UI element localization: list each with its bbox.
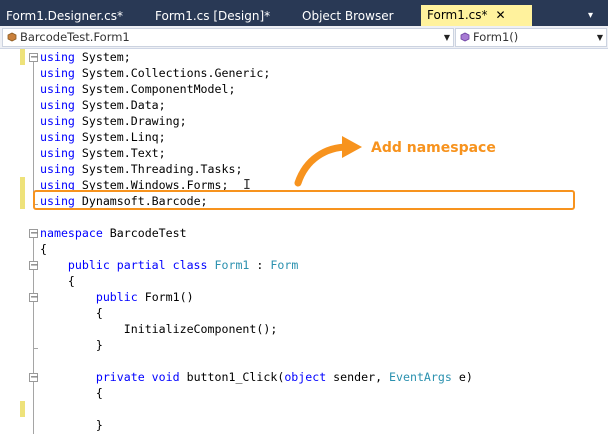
outline-guide bbox=[33, 62, 34, 204]
code-line[interactable]: public partial class Form1 : Form bbox=[40, 257, 473, 273]
class-combo-value: BarcodeTest.Form1 bbox=[20, 30, 130, 44]
code-token: e) bbox=[451, 370, 473, 384]
code-token: System.Data; bbox=[74, 98, 166, 112]
collapse-icon[interactable]: − bbox=[29, 53, 38, 63]
collapse-icon[interactable]: − bbox=[29, 261, 38, 271]
tab-label: Object Browser bbox=[302, 9, 394, 23]
code-token: { bbox=[40, 306, 103, 320]
code-token: button1_Click( bbox=[179, 370, 285, 384]
code-token: } bbox=[40, 338, 103, 352]
keyword-token: using bbox=[40, 98, 75, 112]
code-token: Form1() bbox=[137, 290, 194, 304]
code-line[interactable]: using System.Threading.Tasks; bbox=[40, 161, 473, 177]
chevron-down-icon[interactable]: ▼ bbox=[597, 29, 603, 46]
tab-form1-cs[interactable]: Form1.cs* ✕ bbox=[421, 5, 532, 26]
code-token: System; bbox=[74, 50, 131, 64]
member-combo-value: Form1() bbox=[473, 30, 519, 44]
member-combo[interactable]: Form1() ▼ bbox=[455, 28, 607, 47]
code-token: { bbox=[40, 386, 103, 400]
keyword-token: using bbox=[40, 146, 75, 160]
code-line[interactable]: using System.Data; bbox=[40, 97, 473, 113]
keyword-token: namespace bbox=[40, 226, 103, 240]
code-editor[interactable]: − − − − − using System; using System.Coll… bbox=[0, 49, 608, 434]
navigation-bar: BarcodeTest.Form1 ▼ Form1() ▼ bbox=[0, 26, 608, 49]
annotation-label: Add namespace bbox=[371, 140, 496, 156]
code-token: System.ComponentModel; bbox=[74, 82, 236, 96]
type-token: Form bbox=[270, 258, 299, 272]
code-token: { bbox=[40, 274, 75, 288]
highlight-box bbox=[33, 190, 575, 210]
code-token: System.Threading.Tasks; bbox=[74, 162, 243, 176]
arrow-icon bbox=[294, 136, 362, 187]
change-indicator bbox=[20, 401, 25, 417]
code-line[interactable]: using System.Collections.Generic; bbox=[40, 65, 473, 81]
code-line[interactable]: using System; bbox=[40, 49, 473, 65]
collapse-icon[interactable]: − bbox=[29, 229, 38, 239]
keyword-token: private void bbox=[95, 370, 180, 384]
code-token: sender, bbox=[326, 370, 390, 384]
tab-form1-designer[interactable]: Form1.Designer.cs* bbox=[6, 6, 123, 26]
code-line[interactable]: public Form1() bbox=[40, 289, 473, 305]
code-line[interactable]: { bbox=[40, 385, 473, 401]
document-tab-bar: Form1.Designer.cs* Form1.cs [Design]* Ob… bbox=[0, 0, 608, 26]
code-line[interactable]: InitializeComponent(); bbox=[40, 321, 473, 337]
tab-label: Form1.cs* bbox=[427, 8, 488, 22]
keyword-token: using bbox=[40, 114, 75, 128]
code-line[interactable]: namespace BarcodeTest bbox=[40, 225, 473, 241]
code-line[interactable]: private void button1_Click(object sender… bbox=[40, 369, 473, 385]
keyword-token: using bbox=[40, 130, 75, 144]
collapse-icon[interactable]: − bbox=[29, 293, 38, 303]
tab-object-browser[interactable]: Object Browser bbox=[302, 6, 394, 26]
code-line[interactable]: using System.Drawing; bbox=[40, 113, 473, 129]
keyword-token: object bbox=[284, 370, 327, 384]
code-token: System.Text; bbox=[74, 146, 166, 160]
tab-label: Form1.cs [Design]* bbox=[155, 9, 271, 23]
class-combo[interactable]: BarcodeTest.Form1 ▼ bbox=[2, 28, 454, 47]
class-icon bbox=[7, 32, 17, 42]
close-tab-icon[interactable]: ✕ bbox=[496, 5, 506, 26]
code-line[interactable] bbox=[40, 209, 473, 225]
change-indicator bbox=[20, 49, 25, 65]
tab-list-dropdown-icon[interactable]: ▾ bbox=[588, 6, 593, 26]
code-token: } bbox=[40, 418, 103, 432]
code-line[interactable]: } bbox=[40, 417, 473, 433]
code-line[interactable]: using System.ComponentModel; bbox=[40, 81, 473, 97]
code-line[interactable]: { bbox=[40, 241, 473, 257]
tab-form1-design[interactable]: Form1.cs [Design]* bbox=[155, 6, 270, 26]
tab-label: Form1.Designer.cs* bbox=[6, 9, 123, 23]
keyword-token: using bbox=[40, 162, 75, 176]
type-token: EventArgs bbox=[389, 370, 452, 384]
keyword-token: using bbox=[40, 82, 75, 96]
keyword-token: using bbox=[40, 66, 75, 80]
collapse-icon[interactable]: − bbox=[29, 373, 38, 383]
type-token: Form1 bbox=[214, 258, 250, 272]
code-line[interactable] bbox=[40, 353, 473, 369]
code-text[interactable]: using System; using System.Collections.Ge… bbox=[40, 49, 473, 433]
code-line[interactable]: { bbox=[40, 305, 473, 321]
code-line[interactable]: } bbox=[40, 337, 473, 353]
code-token: System.Drawing; bbox=[74, 114, 187, 128]
code-line[interactable]: { bbox=[40, 273, 473, 289]
chevron-down-icon[interactable]: ▼ bbox=[444, 29, 450, 46]
code-token: : bbox=[249, 258, 271, 272]
code-token: System.Linq; bbox=[74, 130, 166, 144]
keyword-token: public partial class bbox=[67, 258, 208, 272]
code-token: System.Collections.Generic; bbox=[74, 66, 271, 80]
code-token: BarcodeTest bbox=[102, 226, 187, 240]
code-token: { bbox=[40, 242, 47, 256]
code-token: InitializeComponent(); bbox=[40, 322, 278, 336]
code-line[interactable] bbox=[40, 401, 473, 417]
method-icon bbox=[460, 32, 470, 42]
change-indicator bbox=[20, 177, 25, 209]
text-cursor-icon: I bbox=[243, 178, 251, 193]
outline-guide-end bbox=[33, 348, 38, 349]
keyword-token: using bbox=[40, 50, 75, 64]
keyword-token: public bbox=[95, 290, 138, 304]
